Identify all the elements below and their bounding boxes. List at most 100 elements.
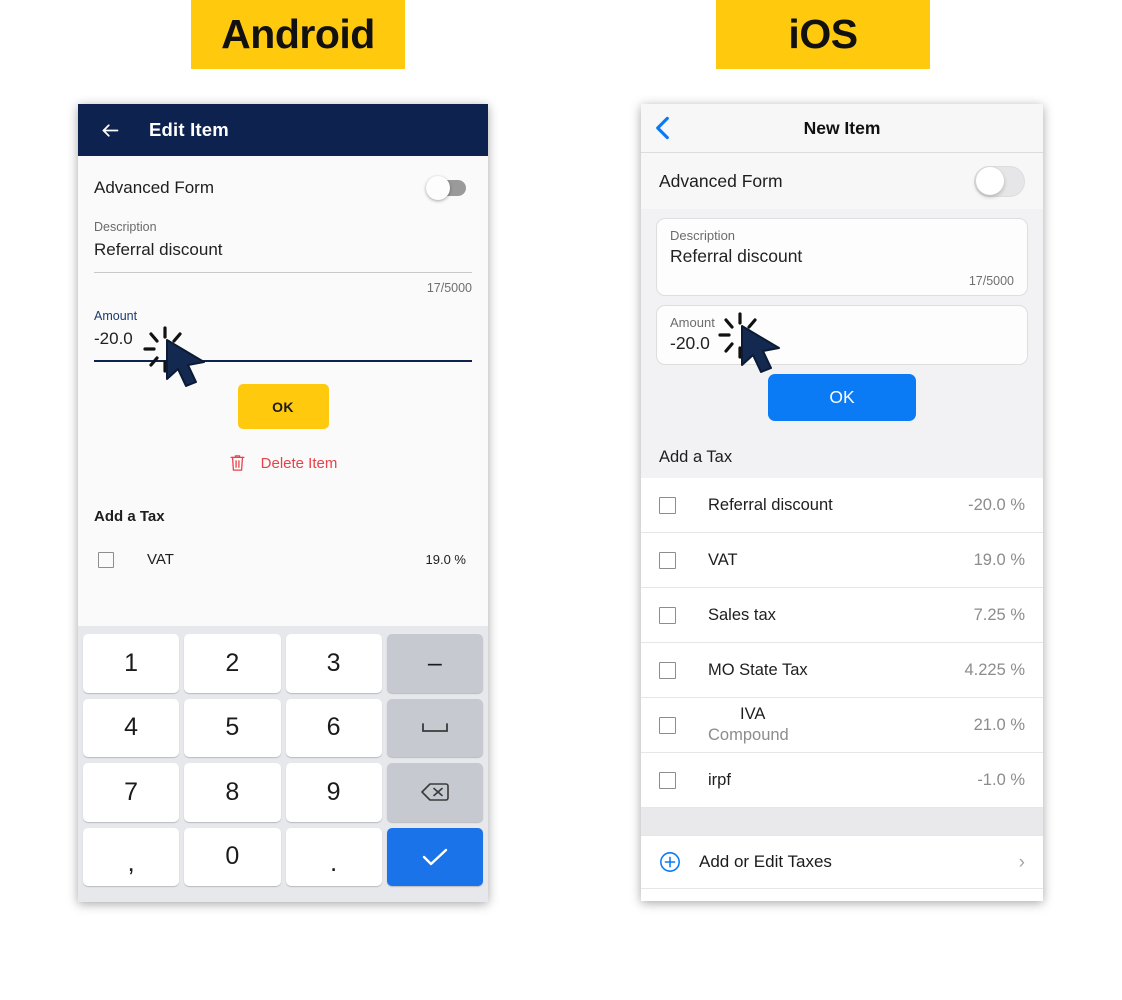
tax-name: irpf — [708, 770, 731, 789]
trash-icon — [229, 453, 246, 473]
check-icon — [422, 848, 448, 865]
tax-rate: 21.0 % — [973, 715, 1025, 734]
tax-checkbox[interactable] — [659, 716, 676, 734]
android-description-value: Referral discount — [94, 240, 223, 259]
tax-checkbox[interactable] — [98, 551, 114, 568]
key-7[interactable]: 7 — [83, 763, 180, 822]
key-done[interactable] — [386, 827, 483, 886]
key-5[interactable]: 5 — [184, 698, 281, 757]
android-toolbar: Edit Item — [78, 104, 488, 156]
key-3[interactable]: 3 — [285, 634, 382, 693]
toggle-knob — [975, 167, 1004, 195]
ios-amount-label: Amount — [670, 315, 715, 330]
android-description-field[interactable]: Description Referral discount — [78, 220, 488, 273]
tax-name: VAT — [708, 550, 738, 569]
chevron-right-icon: › — [1018, 851, 1025, 873]
key-1[interactable]: 1 — [83, 634, 180, 693]
table-row[interactable]: irpf -1.0 % — [641, 753, 1043, 808]
android-amount-value: -20.0 — [94, 329, 133, 348]
ios-list-gap — [641, 808, 1043, 835]
ios-navigation-bar: New Item — [641, 104, 1043, 153]
tax-subtitle: Compound — [708, 726, 789, 744]
key-2[interactable]: 2 — [184, 634, 281, 693]
tax-name: Referral discount — [708, 495, 833, 514]
key-6[interactable]: 6 — [285, 698, 382, 757]
ios-tax-list: Referral discount -20.0 % VAT 19.0 % Sales t… — [641, 478, 1043, 808]
tax-rate: 7.25 % — [973, 605, 1025, 624]
tax-name: Sales tax — [708, 605, 776, 624]
ios-description-field[interactable]: Description Referral discount 17/5000 — [656, 218, 1028, 296]
android-add-a-tax-title: Add a Tax — [94, 508, 165, 525]
tax-rate: -20.0 % — [968, 495, 1025, 514]
platform-badge-ios: iOS — [716, 0, 930, 69]
android-delete-item-button[interactable]: Delete Item — [78, 453, 488, 473]
ios-description-counter: 17/5000 — [968, 274, 1014, 288]
android-advanced-form-row[interactable]: Advanced Form — [78, 156, 488, 220]
ios-footer-space — [641, 888, 1043, 901]
tax-name: VAT — [147, 551, 174, 568]
android-amount-label: Amount — [94, 309, 138, 323]
ios-form-body: Advanced Form Description Referral disco… — [641, 153, 1043, 901]
key-9[interactable]: 9 — [285, 763, 382, 822]
key-comma[interactable]: , — [83, 827, 180, 886]
ios-page-title: New Item — [803, 117, 881, 138]
platform-badge-android: Android — [191, 0, 405, 69]
toggle-knob — [426, 176, 450, 200]
android-page-title: Edit Item — [149, 119, 229, 140]
key-period[interactable]: . — [285, 827, 382, 886]
android-amount-field[interactable]: Amount -20.0 — [78, 309, 488, 362]
android-description-counter: 17/5000 — [426, 281, 472, 295]
tax-checkbox[interactable] — [659, 661, 676, 679]
tax-name: MO State Tax — [708, 660, 808, 679]
android-amount-underline — [94, 360, 472, 362]
tax-checkbox[interactable] — [659, 771, 676, 789]
tax-checkbox[interactable] — [659, 606, 676, 624]
table-row[interactable]: Referral discount -20.0 % — [641, 478, 1043, 533]
android-phone-panel: Edit Item Advanced Form Description Refe… — [78, 104, 488, 902]
tax-rate: 4.225 % — [964, 660, 1025, 679]
arrow-left-icon[interactable] — [97, 117, 123, 143]
android-description-label: Description — [94, 220, 157, 234]
android-ok-wrap: OK — [78, 384, 488, 429]
tax-checkbox[interactable] — [659, 496, 676, 514]
ios-amount-field[interactable]: Amount -20.0 — [656, 305, 1028, 365]
android-form-body: Advanced Form Description Referral disco… — [78, 156, 488, 626]
tax-rate: 19.0 % — [973, 550, 1025, 569]
space-icon — [421, 722, 448, 732]
table-row[interactable]: VAT 19.0 % — [78, 525, 488, 568]
ios-add-or-edit-taxes-label: Add or Edit Taxes — [699, 852, 832, 871]
key-backspace[interactable] — [386, 763, 483, 822]
table-row[interactable]: MO State Tax 4.225 % — [641, 643, 1043, 698]
tax-name-block: IVA Compound — [708, 704, 789, 745]
android-ok-button[interactable]: OK — [237, 384, 329, 429]
android-tax-list: VAT 19.0 % — [78, 525, 488, 568]
android-numeric-keyboard: 1 2 3– 4 5 6 7 8 9, 0. — [78, 626, 488, 902]
android-advanced-form-label: Advanced Form — [94, 178, 214, 197]
tax-name: IVA — [740, 705, 766, 724]
android-delete-item-label: Delete Item — [260, 454, 338, 472]
ios-ok-button[interactable]: OK — [768, 374, 916, 421]
backspace-icon — [421, 783, 449, 802]
android-advanced-form-toggle[interactable] — [426, 176, 466, 200]
plus-circle-icon — [659, 851, 681, 873]
android-description-underline — [94, 272, 472, 273]
key-0[interactable]: 0 — [184, 827, 281, 886]
ios-advanced-form-toggle[interactable] — [974, 165, 1025, 197]
ios-add-or-edit-taxes-row[interactable]: Add or Edit Taxes › — [641, 835, 1043, 888]
key-8[interactable]: 8 — [184, 763, 281, 822]
ios-advanced-form-row[interactable]: Advanced Form — [641, 153, 1043, 209]
tax-rate: 19.0 % — [425, 552, 466, 567]
tax-rate: -1.0 % — [977, 770, 1025, 789]
ios-add-a-tax-title: Add a Tax — [641, 421, 1043, 478]
ios-description-label: Description — [670, 228, 736, 243]
table-row[interactable]: IVA Compound 21.0 % — [641, 698, 1043, 753]
table-row[interactable]: Sales tax 7.25 % — [641, 588, 1043, 643]
tax-checkbox[interactable] — [659, 551, 676, 569]
ios-ok-wrap: OK — [656, 374, 1028, 421]
ios-phone-panel: New Item Advanced Form Description Refer… — [641, 104, 1043, 901]
chevron-left-icon[interactable] — [655, 116, 670, 140]
key-space[interactable] — [386, 698, 483, 757]
table-row[interactable]: VAT 19.0 % — [641, 533, 1043, 588]
key-minus[interactable]: – — [386, 634, 483, 693]
key-4[interactable]: 4 — [83, 698, 180, 757]
